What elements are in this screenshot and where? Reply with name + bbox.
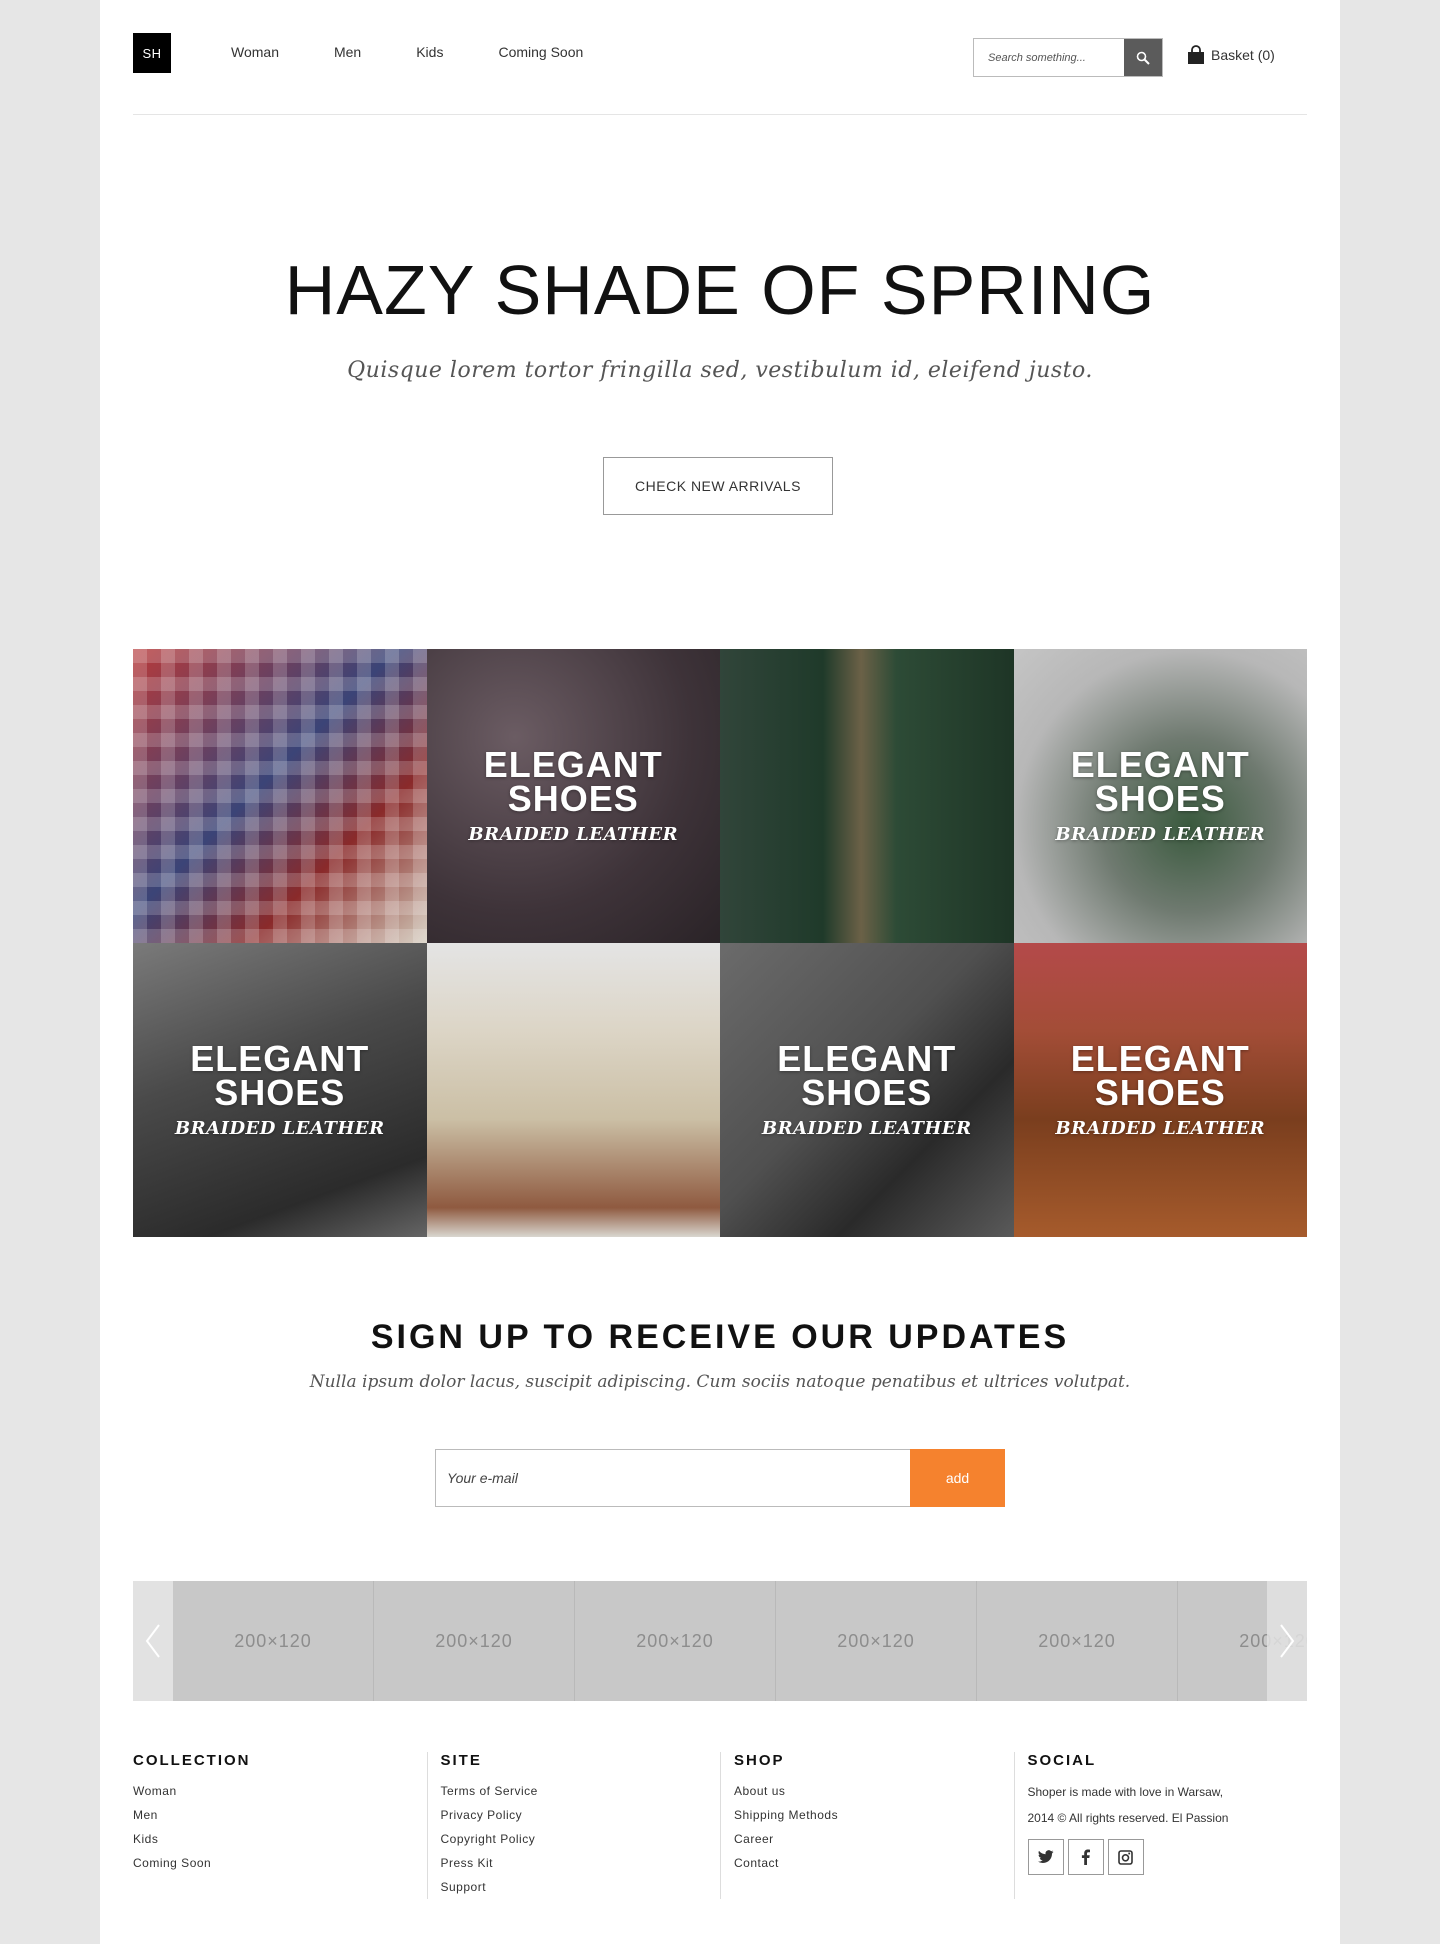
footer-link[interactable]: Woman: [133, 1779, 427, 1803]
signup-title: SIGN UP TO RECEIVE OUR UPDATES: [370, 1318, 1070, 1356]
product-tile[interactable]: ELEGANT SHOES BRAIDED LEATHER: [720, 943, 1014, 1237]
check-new-arrivals-button[interactable]: CHECK NEW ARRIVALS: [603, 457, 833, 515]
product-tile[interactable]: ELEGANT SHOES BRAIDED LEATHER: [426, 649, 720, 943]
footer-link[interactable]: Privacy Policy: [441, 1803, 721, 1827]
carousel-next-button[interactable]: [1267, 1581, 1307, 1701]
email-field[interactable]: [435, 1449, 910, 1507]
twitter-icon: [1037, 1850, 1053, 1864]
footer-heading: COLLECTION: [133, 1752, 251, 1769]
product-tile[interactable]: ELEGANT SHOES BRAIDED LEATHER: [1013, 943, 1307, 1237]
footer-site: SITE Terms of Service Privacy Policy Cop…: [426, 1752, 721, 1899]
footer-link[interactable]: Copyright Policy: [441, 1827, 721, 1851]
search-input[interactable]: [974, 39, 1124, 76]
footer-link[interactable]: Press Kit: [441, 1851, 721, 1875]
footer-link[interactable]: Career: [734, 1827, 1014, 1851]
logo[interactable]: SH: [133, 33, 171, 73]
footer-social: SOCIAL Shoper is made with love in Warsa…: [1013, 1752, 1308, 1899]
facebook-icon: [1081, 1849, 1090, 1865]
logo-carousel: 200×120 200×120 200×120 200×120 200×120 …: [133, 1581, 1307, 1701]
social-links: [1027, 1839, 1308, 1875]
tile-subtitle: BRAIDED LEATHER: [1055, 823, 1266, 845]
product-grid: ELEGANT SHOES BRAIDED LEATHER ELEGANT SH…: [133, 649, 1307, 1237]
tile-title: ELEGANT SHOES: [190, 1037, 370, 1113]
signup-form: add: [435, 1449, 1005, 1507]
hero-title: HAZY SHADE OF SPRING: [284, 251, 1156, 329]
shopping-bag-icon: [1188, 45, 1204, 64]
basket-link[interactable]: Basket (0): [1186, 45, 1275, 65]
instagram-icon: [1118, 1849, 1133, 1865]
carousel-slide[interactable]: 200×120: [173, 1581, 374, 1701]
carousel-slide[interactable]: 200×120: [575, 1581, 776, 1701]
footer: COLLECTION Woman Men Kids Coming Soon SI…: [133, 1752, 1307, 1899]
instagram-button[interactable]: [1107, 1839, 1144, 1875]
search-box: [973, 38, 1163, 77]
footer-link[interactable]: Support: [441, 1875, 721, 1899]
hero-subtitle: Quisque lorem tortor fringilla sed, vest…: [347, 358, 1093, 383]
carousel-slide[interactable]: 200×120: [374, 1581, 575, 1701]
nav-woman[interactable]: Woman: [231, 44, 279, 60]
carousel-prev-button[interactable]: [133, 1581, 173, 1701]
product-tile[interactable]: ELEGANT SHOES BRAIDED LEATHER: [133, 943, 427, 1237]
footer-link[interactable]: Men: [133, 1803, 427, 1827]
footer-heading: SITE: [440, 1752, 482, 1769]
page: SH Woman Men Kids Coming Soon Basket (0): [100, 0, 1340, 1944]
facebook-button[interactable]: [1067, 1839, 1104, 1875]
chevron-right-icon: [1280, 1624, 1295, 1658]
footer-copyright-line1: Shoper is made with love in Warsaw,: [1027, 1785, 1224, 1799]
footer-collection: COLLECTION Woman Men Kids Coming Soon: [133, 1752, 427, 1899]
footer-link[interactable]: About us: [734, 1779, 1014, 1803]
carousel-track: 200×120 200×120 200×120 200×120 200×120 …: [173, 1581, 1307, 1701]
main-nav: Woman Men Kids Coming Soon: [231, 44, 638, 60]
twitter-button[interactable]: [1027, 1839, 1064, 1875]
add-button[interactable]: add: [910, 1449, 1005, 1507]
search-button[interactable]: [1124, 39, 1162, 76]
product-tile[interactable]: [720, 649, 1014, 943]
tile-title: ELEGANT SHOES: [1070, 1037, 1250, 1113]
nav-coming-soon[interactable]: Coming Soon: [498, 44, 583, 60]
carousel-slide[interactable]: 200×120: [977, 1581, 1178, 1701]
footer-link[interactable]: Terms of Service: [441, 1779, 721, 1803]
basket-label: Basket (0): [1211, 47, 1275, 63]
signup-subtitle: Nulla ipsum dolor lacus, suscipit adipis…: [309, 1372, 1131, 1392]
footer-heading: SOCIAL: [1027, 1752, 1097, 1769]
footer-link[interactable]: Coming Soon: [133, 1851, 427, 1875]
tile-title: ELEGANT SHOES: [777, 1037, 957, 1113]
tile-subtitle: BRAIDED LEATHER: [1055, 1117, 1266, 1139]
footer-heading: SHOP: [734, 1752, 785, 1769]
footer-shop: SHOP About us Shipping Methods Career Co…: [720, 1752, 1014, 1899]
chevron-left-icon: [145, 1624, 160, 1658]
tile-subtitle: BRAIDED LEATHER: [761, 1117, 972, 1139]
tile-subtitle: BRAIDED LEATHER: [174, 1117, 385, 1139]
footer-link[interactable]: Shipping Methods: [734, 1803, 1014, 1827]
tile-title: ELEGANT SHOES: [1070, 743, 1250, 819]
tile-title: ELEGANT SHOES: [483, 743, 663, 819]
footer-link[interactable]: Kids: [133, 1827, 427, 1851]
nav-men[interactable]: Men: [334, 44, 361, 60]
tile-subtitle: BRAIDED LEATHER: [468, 823, 679, 845]
product-tile[interactable]: [133, 649, 427, 943]
footer-link[interactable]: Contact: [734, 1851, 1014, 1875]
product-tile[interactable]: ELEGANT SHOES BRAIDED LEATHER: [1013, 649, 1307, 943]
footer-copyright-line2: 2014 © All rights reserved. El Passion: [1027, 1811, 1229, 1825]
product-tile[interactable]: [426, 943, 720, 1237]
search-icon: [1136, 51, 1150, 65]
nav-kids[interactable]: Kids: [416, 44, 443, 60]
header: SH Woman Men Kids Coming Soon Basket (0): [133, 0, 1307, 115]
carousel-slide[interactable]: 200×120: [776, 1581, 977, 1701]
